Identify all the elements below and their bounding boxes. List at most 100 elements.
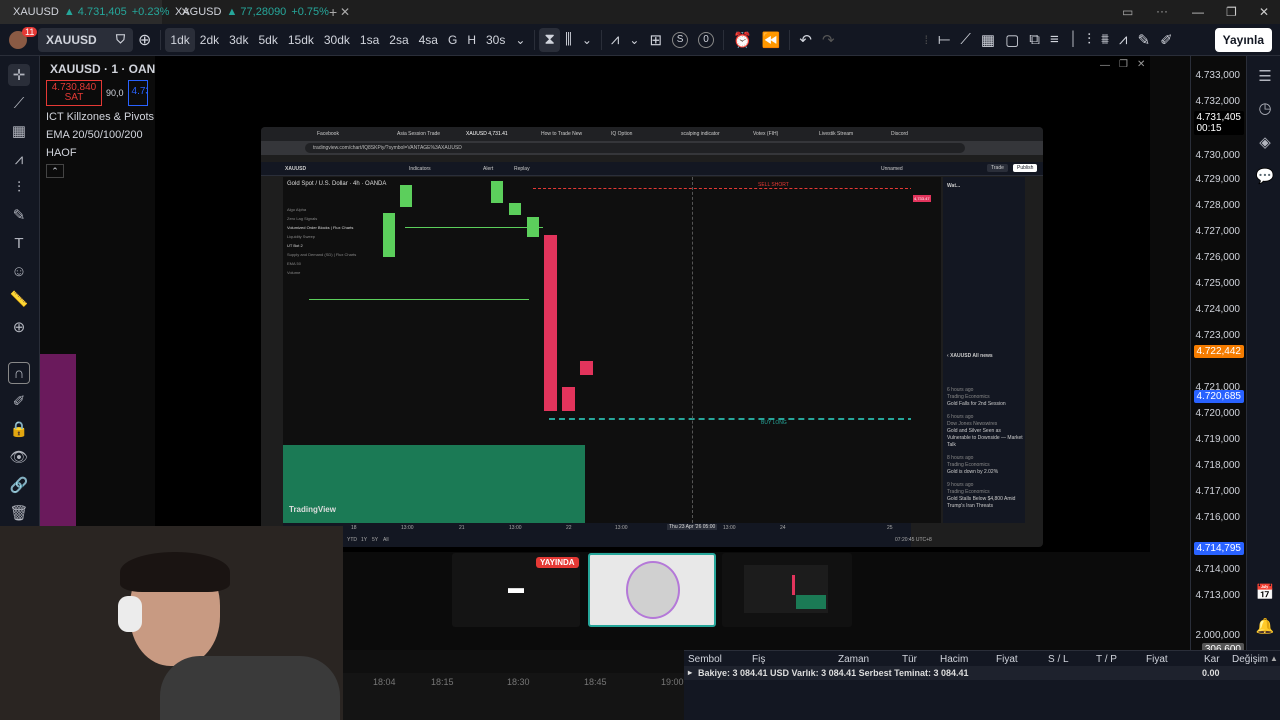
draw-lock-icon[interactable]: ✐ <box>8 390 30 412</box>
column-header[interactable]: Tür <box>902 654 917 665</box>
candles-icon[interactable]: ⧗ <box>539 27 560 52</box>
trash-icon[interactable]: 🗑 <box>8 502 30 524</box>
interval-4sa[interactable]: 4sa <box>414 28 443 52</box>
more-icon[interactable]: ··· <box>1156 4 1168 18</box>
redo-icon[interactable]: ↷ <box>817 28 840 52</box>
inner-tab[interactable]: Discord <box>891 131 908 137</box>
inner-layout-name[interactable]: Unnamed <box>881 166 903 172</box>
inner-tab[interactable]: IQ Option <box>611 131 632 137</box>
ruler-icon[interactable]: 📏 <box>8 288 30 310</box>
close-tab-icon[interactable]: ✕ <box>340 5 350 19</box>
brush-icon[interactable]: ✎ <box>1132 28 1155 52</box>
inner-symbol[interactable]: XAUUSD <box>285 166 306 172</box>
sort-up-icon[interactable]: ▲ <box>1270 654 1278 663</box>
indicator-haof[interactable]: HAOF <box>46 144 156 162</box>
chevron-down-icon[interactable]: ⌄ <box>624 28 644 52</box>
drag-handle-icon[interactable]: ⁞ <box>920 28 933 52</box>
eye-icon[interactable]: 👁 <box>8 446 30 468</box>
user-menu[interactable]: 11 <box>0 24 38 56</box>
horizontal-line-icon[interactable]: ⟝ <box>933 28 955 52</box>
compare-symbol-button[interactable]: ⊕ <box>133 28 156 52</box>
trend-line-icon[interactable]: ⟋ <box>8 92 30 114</box>
interval-5dk[interactable]: 5dk <box>253 28 282 52</box>
column-header[interactable]: Kar <box>1204 654 1220 665</box>
news-item[interactable]: Gold is down by 2.02% <box>947 469 1023 476</box>
close-window-button[interactable]: ✕ <box>1259 5 1269 19</box>
inner-news-title[interactable]: ‹ XAUUSD All news <box>947 353 993 359</box>
inner-alert[interactable]: Alert <box>483 166 493 172</box>
chevron-down-icon[interactable]: ⌄ <box>510 28 530 52</box>
channel-icon[interactable]: ⫶ <box>1082 28 1096 52</box>
undo-icon[interactable]: ↶ <box>794 28 817 52</box>
interval-g[interactable]: G <box>443 28 462 52</box>
pencil-icon[interactable]: ✐ <box>1155 28 1178 52</box>
tab-xagusd[interactable]: XAGUSD ▲ 77,28090 +0.75% ✕ <box>162 0 350 24</box>
inner-url[interactable]: tradingview.com/chart/IQ8SKPiy/?symbol=V… <box>305 143 965 153</box>
thumb-screen[interactable]: YAYINDA ▬ <box>452 553 580 627</box>
interval-2dk[interactable]: 2dk <box>195 28 224 52</box>
inner-indicators[interactable]: Indicators <box>409 166 431 172</box>
indicator-killzones[interactable]: ICT Killzones & Pivots [TF <box>46 108 174 126</box>
buy-button[interactable]: 4.73 <box>127 80 148 106</box>
thumb-chart[interactable] <box>722 553 852 627</box>
lines-icon[interactable]: ≡ <box>1045 28 1064 52</box>
inner-tab[interactable]: Livestik Stream <box>819 131 853 137</box>
inner-tab[interactable]: How to Trade New <box>541 131 582 137</box>
notification-icon[interactable]: 🔔 <box>1255 616 1275 636</box>
clock-icon[interactable]: ◷ <box>1255 98 1275 118</box>
chat-icon[interactable]: 💬 <box>1255 166 1275 186</box>
column-header[interactable]: Hacim <box>940 654 968 665</box>
alert-icon[interactable]: ⏰ <box>728 28 757 52</box>
news-item[interactable]: Gold Stalls Below $4,800 Amid Trump's Ir… <box>947 496 1023 510</box>
period-button[interactable]: 1Y <box>361 537 367 543</box>
lock-icon[interactable]: 🔒 <box>8 418 30 440</box>
popout-maximize-icon[interactable]: ❐ <box>1119 59 1128 70</box>
period-button[interactable]: 5Y <box>372 537 378 543</box>
fib-grid-icon[interactable]: ▦ <box>8 120 30 142</box>
calendar-icon[interactable]: 📅 <box>1255 582 1275 602</box>
news-item[interactable]: Gold and Silver Seen as Vulnerable to Do… <box>947 428 1023 449</box>
replay-icon[interactable]: ⏪ <box>757 28 786 52</box>
counter-s-button[interactable]: S <box>667 28 693 52</box>
column-header[interactable]: S / L <box>1048 654 1069 665</box>
rectangle-icon[interactable]: ▢ <box>1000 28 1024 52</box>
interval-30s[interactable]: 30s <box>481 28 510 52</box>
chevron-down-icon[interactable]: ⌄ <box>577 28 597 52</box>
column-header[interactable]: Fiyat <box>1146 654 1168 665</box>
inner-chart[interactable]: Gold Spot / U.S. Dollar · 4h · OANDA Alg… <box>283 177 914 523</box>
interval-30dk[interactable]: 30dk <box>319 28 355 52</box>
price-axis[interactable]: 4.733,000 4.732,000 4.730,000 4.729,000 … <box>1190 56 1246 656</box>
minimize-button[interactable]: — <box>1192 5 1204 19</box>
bar-style-icon[interactable]: ⫼ <box>560 28 577 52</box>
inner-replay[interactable]: Replay <box>514 166 530 172</box>
column-header[interactable]: Zaman <box>838 654 869 665</box>
interval-1sa[interactable]: 1sa <box>355 28 384 52</box>
inner-tab[interactable]: Votex (FIH) <box>753 131 778 137</box>
link-icon[interactable]: 🔗 <box>8 474 30 496</box>
column-header[interactable]: T / P <box>1096 654 1117 665</box>
grid-tool-icon[interactable]: ▦ <box>976 28 1000 52</box>
inner-tab[interactable]: scalping indicator <box>681 131 720 137</box>
vertical-line-icon[interactable]: ⏐ <box>1064 28 1083 52</box>
emoji-icon[interactable]: ☺ <box>8 260 30 282</box>
zigzag-icon[interactable]: ⩘ <box>1114 28 1132 52</box>
indicators-icon[interactable]: ⩘ <box>606 28 624 52</box>
projection-icon[interactable]: ⫶ <box>8 176 30 198</box>
thumb-avatar[interactable] <box>588 553 716 627</box>
screen-icon[interactable]: ▭ <box>1122 5 1133 19</box>
counter-zero-button[interactable]: 0 <box>693 28 719 52</box>
layers-icon[interactable]: ◈ <box>1255 132 1275 152</box>
symbol-search[interactable]: XAUUSD ⛉ <box>38 27 133 52</box>
column-header[interactable]: Sembol <box>688 654 722 665</box>
news-item[interactable]: Gold Falls for 2nd Session <box>947 401 1023 408</box>
interval-2sa[interactable]: 2sa <box>384 28 413 52</box>
interval-15dk[interactable]: 15dk <box>283 28 319 52</box>
brush-icon[interactable]: ✎ <box>8 204 30 226</box>
sell-button[interactable]: 4.730,840 SAT <box>46 80 102 106</box>
inner-tab[interactable]: Asia Session Trade <box>397 131 440 137</box>
column-header[interactable]: Fiyat <box>996 654 1018 665</box>
column-header[interactable]: Değişim <box>1232 654 1268 665</box>
popout-minimize-icon[interactable]: — <box>1100 60 1110 71</box>
zoom-icon[interactable]: ⊕ <box>8 316 30 338</box>
watchlist-icon[interactable]: ☰ <box>1255 66 1275 86</box>
